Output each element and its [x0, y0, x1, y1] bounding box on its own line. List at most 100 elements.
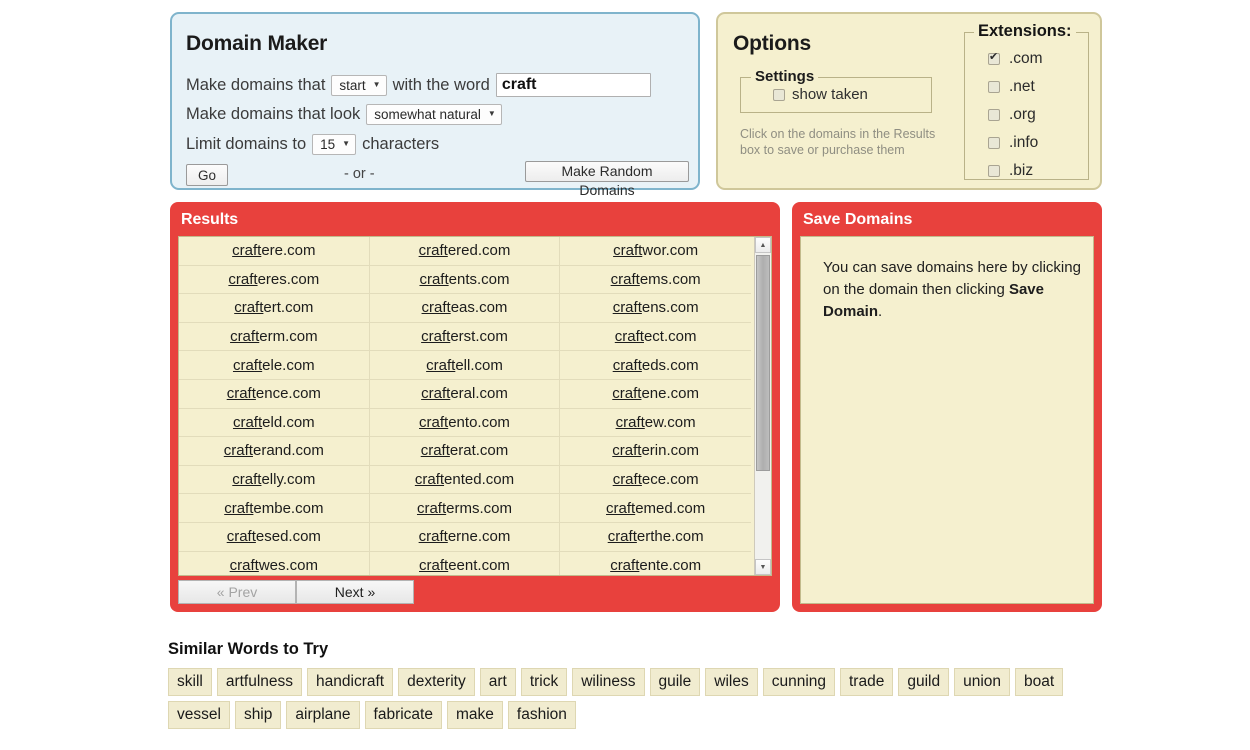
- extension-checkbox-biz[interactable]: [988, 165, 1000, 177]
- domain-result-link[interactable]: craft ect.com: [560, 323, 751, 351]
- generated-suffix-part: eds.com: [641, 356, 699, 374]
- similar-word-chip[interactable]: guile: [649, 668, 701, 696]
- domain-result-link[interactable]: craft ell.com: [370, 351, 561, 379]
- show-taken-row[interactable]: show taken: [773, 86, 868, 103]
- make-random-domains-button[interactable]: Make Random Domains: [525, 161, 689, 198]
- similar-word-chip[interactable]: cunning: [762, 668, 835, 696]
- position-select-value: start: [339, 77, 366, 93]
- limit-select[interactable]: 15 ▼: [312, 134, 357, 155]
- domain-result-link[interactable]: craft ere.com: [179, 237, 370, 265]
- domain-result-link[interactable]: craft eres.com: [179, 265, 370, 294]
- similar-word-chip[interactable]: skill: [168, 668, 212, 696]
- next-page-button[interactable]: Next »: [296, 580, 414, 604]
- similar-word-chip[interactable]: wiliness: [572, 668, 645, 696]
- page-root: Domain Maker Make domains that start ▼ w…: [0, 0, 1250, 750]
- domain-result-link[interactable]: craft ence.com: [179, 379, 370, 408]
- domain-result-link[interactable]: craft ens.com: [560, 294, 751, 322]
- domain-result-link[interactable]: craft elly.com: [179, 465, 370, 494]
- options-hint-text: Click on the domains in the Results box …: [740, 127, 936, 157]
- extension-checkbox-org[interactable]: [988, 109, 1000, 121]
- matched-word-part: craft: [614, 328, 644, 346]
- save-domains-box[interactable]: You can save domains here by clicking on…: [800, 236, 1094, 604]
- show-taken-checkbox[interactable]: [773, 88, 785, 101]
- prev-page-button[interactable]: « Prev: [178, 580, 296, 604]
- domain-result-link[interactable]: craft eds.com: [560, 351, 751, 379]
- domain-result-link[interactable]: craft ene.com: [560, 380, 751, 408]
- matched-word-part: craft: [607, 528, 637, 546]
- domain-result-link[interactable]: craft erm.com: [179, 322, 370, 351]
- domain-result-link[interactable]: craft embe.com: [179, 494, 370, 522]
- domain-result-link[interactable]: craft ented.com: [370, 465, 561, 494]
- domain-result-link[interactable]: craft erthe.com: [560, 523, 751, 551]
- extension-checkbox-info[interactable]: [988, 137, 1000, 149]
- similar-word-chip[interactable]: guild: [898, 668, 950, 696]
- extension-row-com[interactable]: .com: [988, 45, 1043, 73]
- domain-result-link[interactable]: craft erne.com: [370, 522, 561, 551]
- similar-word-chip[interactable]: union: [954, 668, 1011, 696]
- similar-word-chip[interactable]: boat: [1015, 668, 1064, 696]
- matched-word-part: craft: [421, 385, 451, 403]
- domain-result-link[interactable]: craft erms.com: [370, 494, 561, 522]
- matched-word-part: craft: [229, 556, 259, 574]
- similar-word-chip[interactable]: wiles: [705, 668, 758, 696]
- similar-word-chip[interactable]: airplane: [286, 701, 360, 729]
- similar-word-chip[interactable]: ship: [234, 701, 282, 729]
- domain-result-link[interactable]: craft eas.com: [370, 294, 561, 322]
- domain-result-link[interactable]: craft eld.com: [179, 408, 370, 437]
- domain-result-link[interactable]: craft erst.com: [370, 322, 561, 351]
- domain-result-link[interactable]: craft ert.com: [179, 294, 370, 322]
- domain-result-link[interactable]: craft eral.com: [370, 379, 561, 408]
- domain-result-link[interactable]: craft eent.com: [370, 551, 561, 575]
- scrollbar-thumb[interactable]: [756, 255, 770, 471]
- similar-word-chip[interactable]: handicraft: [307, 668, 394, 696]
- similar-word-chip[interactable]: artfulness: [216, 668, 303, 696]
- generated-suffix-part: erat.com: [449, 442, 509, 460]
- extension-row-biz[interactable]: .biz: [988, 157, 1043, 185]
- matched-word-part: craft: [228, 270, 258, 288]
- domain-result-link[interactable]: craft erand.com: [179, 437, 370, 465]
- domain-result-link[interactable]: craft ered.com: [370, 237, 561, 265]
- generated-suffix-part: ere.com: [261, 242, 316, 260]
- similar-word-chip[interactable]: art: [479, 668, 516, 696]
- domain-result-link[interactable]: craft erin.com: [560, 437, 751, 465]
- domain-result-link[interactable]: craft ents.com: [370, 265, 561, 294]
- naturalness-select[interactable]: somewhat natural ▼: [366, 104, 502, 125]
- extension-label: .com: [1009, 50, 1043, 67]
- domain-result-link[interactable]: craft ente.com: [560, 552, 751, 575]
- domain-result-link[interactable]: craft emed.com: [560, 494, 751, 522]
- extension-row-net[interactable]: .net: [988, 73, 1043, 101]
- go-button[interactable]: Go: [186, 164, 228, 186]
- domain-result-link[interactable]: craft ele.com: [179, 351, 370, 379]
- extension-checkbox-com[interactable]: [988, 51, 1000, 65]
- results-row: craft ence.com craft eral.com craft ene.com: [179, 379, 751, 409]
- domain-result-link[interactable]: craft erat.com: [370, 437, 561, 465]
- similar-word-chip[interactable]: trick: [520, 668, 568, 696]
- similar-word-chip[interactable]: dexterity: [398, 668, 475, 696]
- results-scrollbar[interactable]: ▲ ▼: [754, 237, 771, 575]
- extensions-fieldset: Extensions: .com .net .org .info .biz: [964, 22, 1089, 180]
- generated-suffix-part: wes.com: [258, 556, 319, 574]
- similar-word-chip[interactable]: vessel: [168, 701, 230, 729]
- similar-word-chip[interactable]: fabricate: [364, 701, 442, 729]
- similar-word-chip[interactable]: make: [446, 701, 503, 729]
- extension-row-info[interactable]: .info: [988, 129, 1043, 157]
- extension-row-org[interactable]: .org: [988, 101, 1043, 129]
- domain-result-link[interactable]: craft esed.com: [179, 522, 370, 551]
- domain-result-link[interactable]: craft ece.com: [560, 466, 751, 494]
- similar-word-chip[interactable]: trade: [840, 668, 894, 696]
- generated-suffix-part: erthe.com: [636, 528, 704, 546]
- scroll-down-arrow-icon[interactable]: ▼: [755, 559, 771, 575]
- similar-word-chip[interactable]: fashion: [507, 701, 576, 729]
- scroll-up-arrow-icon[interactable]: ▲: [755, 237, 771, 253]
- extension-checkbox-net[interactable]: [988, 81, 1000, 93]
- domain-result-link[interactable]: craft ento.com: [370, 408, 561, 437]
- domain-result-link[interactable]: craft wes.com: [179, 551, 370, 575]
- domain-result-link[interactable]: craft ew.com: [560, 409, 751, 437]
- domain-result-link[interactable]: craft ems.com: [560, 266, 751, 294]
- matched-word-part: craft: [226, 385, 256, 403]
- matched-word-part: craft: [421, 328, 451, 346]
- domain-result-link[interactable]: craft wor.com: [560, 237, 751, 265]
- word-input[interactable]: [495, 73, 651, 97]
- save-domains-title: Save Domains: [803, 211, 913, 228]
- position-select[interactable]: start ▼: [331, 74, 387, 96]
